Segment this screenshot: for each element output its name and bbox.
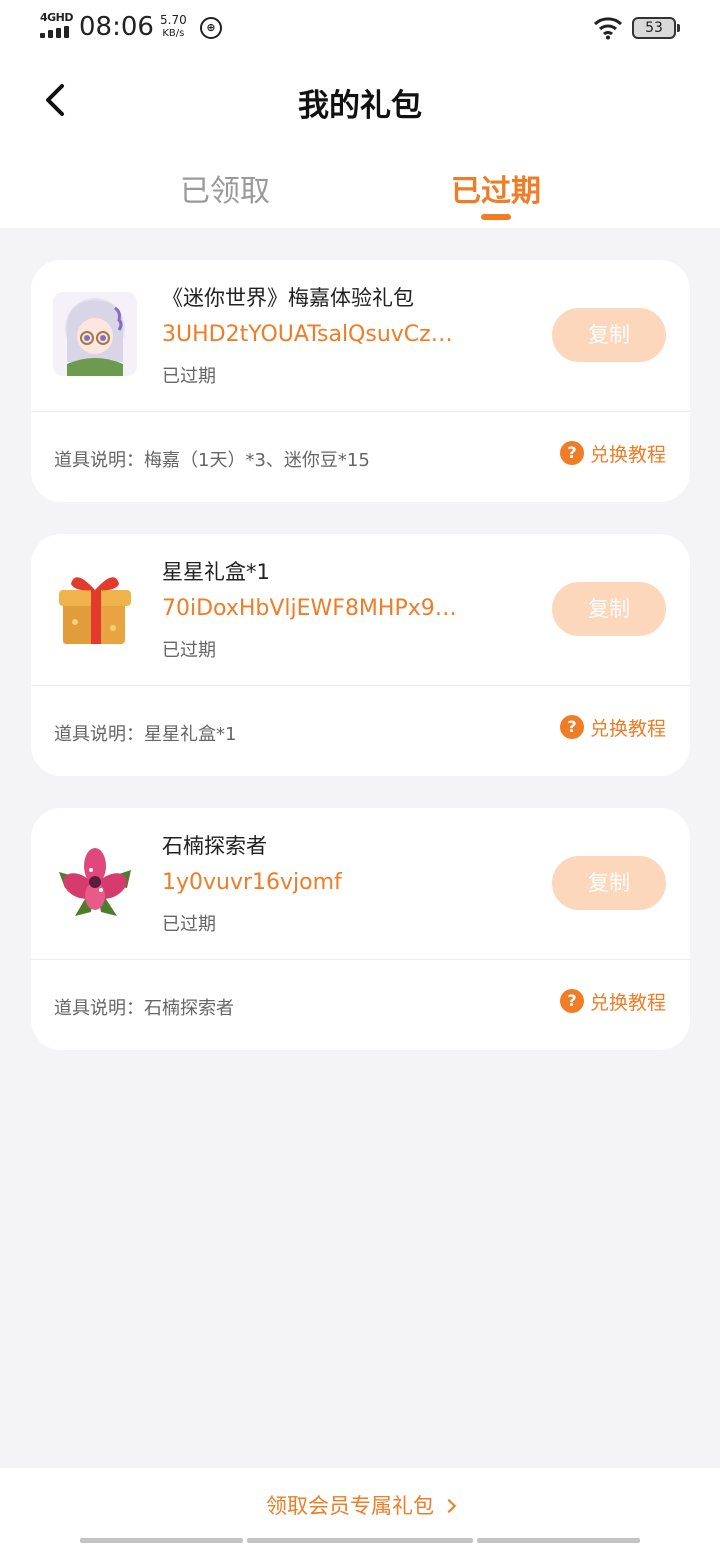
speed-value: 5.70	[160, 13, 187, 27]
chevron-right-icon	[441, 1498, 457, 1514]
gift-code: 1y0vuvr16vjomf	[162, 870, 342, 895]
question-icon: ?	[560, 989, 584, 1013]
tutorial-label: 兑换教程	[590, 717, 667, 740]
item-description: 道具说明：星星礼盒*1	[54, 724, 237, 745]
question-icon: ?	[560, 441, 584, 465]
tutorial-label: 兑换教程	[590, 443, 667, 466]
redeem-tutorial-link[interactable]: ? 兑换教程	[560, 988, 666, 1014]
copy-button[interactable]: 复制	[552, 308, 666, 362]
nav-indicator	[247, 1538, 473, 1543]
item-description: 道具说明：梅嘉（1天）*3、迷你豆*15	[54, 450, 370, 471]
gift-box-icon	[59, 577, 131, 644]
copy-button[interactable]: 复制	[552, 856, 666, 910]
speed-unit: KB/s	[162, 28, 185, 39]
clock: 08:06	[79, 12, 154, 42]
question-icon: ?	[560, 715, 584, 739]
network-speed: 5.70 KB/s	[160, 14, 187, 40]
divider	[31, 411, 690, 412]
divider	[31, 685, 690, 686]
network-type: 4GHD	[40, 11, 74, 24]
gift-name: 石楠探索者	[162, 834, 267, 858]
gift-status: 已过期	[162, 366, 216, 387]
tutorial-label: 兑换教程	[590, 991, 667, 1014]
tab-expired[interactable]: 已过期	[451, 166, 541, 210]
gift-card: 星星礼盒*1 70iDoxHbVljEWF8MHPx9… 已过期 复制 道具说明…	[31, 534, 690, 776]
gift-status: 已过期	[162, 640, 216, 661]
gift-card: 石楠探索者 1y0vuvr16vjomf 已过期 复制 道具说明：石楠探索者 ?…	[31, 808, 690, 1050]
vip-link-label: 领取会员专属礼包	[266, 1494, 434, 1518]
divider	[31, 959, 690, 960]
signal-icon	[40, 26, 70, 38]
gift-name: 星星礼盒*1	[162, 560, 270, 584]
vip-gift-link[interactable]: 领取会员专属礼包	[0, 1490, 720, 1520]
gift-card: 《迷你世界》梅嘉体验礼包 3UHD2tYOUATsalQsuvCz… 已过期 复…	[31, 260, 690, 502]
anime-character-avatar	[53, 292, 137, 376]
speed-limit-icon: ⊕	[200, 17, 222, 39]
active-tab-indicator	[481, 214, 511, 220]
battery-icon: 53	[632, 17, 680, 39]
wifi-icon	[593, 17, 623, 40]
gift-name: 《迷你世界》梅嘉体验礼包	[162, 286, 414, 310]
page-title: 我的礼包	[298, 88, 422, 124]
status-bar: 4GHD 08:06 5.70 KB/s ⊕ 53	[0, 0, 720, 58]
nav-indicator	[80, 1538, 243, 1543]
gift-code: 3UHD2tYOUATsalQsuvCz…	[162, 322, 453, 347]
item-description: 道具说明：石楠探索者	[54, 998, 234, 1019]
nav-indicator	[477, 1538, 640, 1543]
redeem-tutorial-link[interactable]: ? 兑换教程	[560, 714, 666, 740]
copy-button[interactable]: 复制	[552, 582, 666, 636]
tab-received[interactable]: 已领取	[180, 166, 270, 210]
redeem-tutorial-link[interactable]: ? 兑换教程	[560, 440, 666, 466]
pink-flower-icon	[59, 848, 131, 916]
gift-status: 已过期	[162, 914, 216, 935]
gift-code: 70iDoxHbVljEWF8MHPx9…	[162, 596, 457, 621]
